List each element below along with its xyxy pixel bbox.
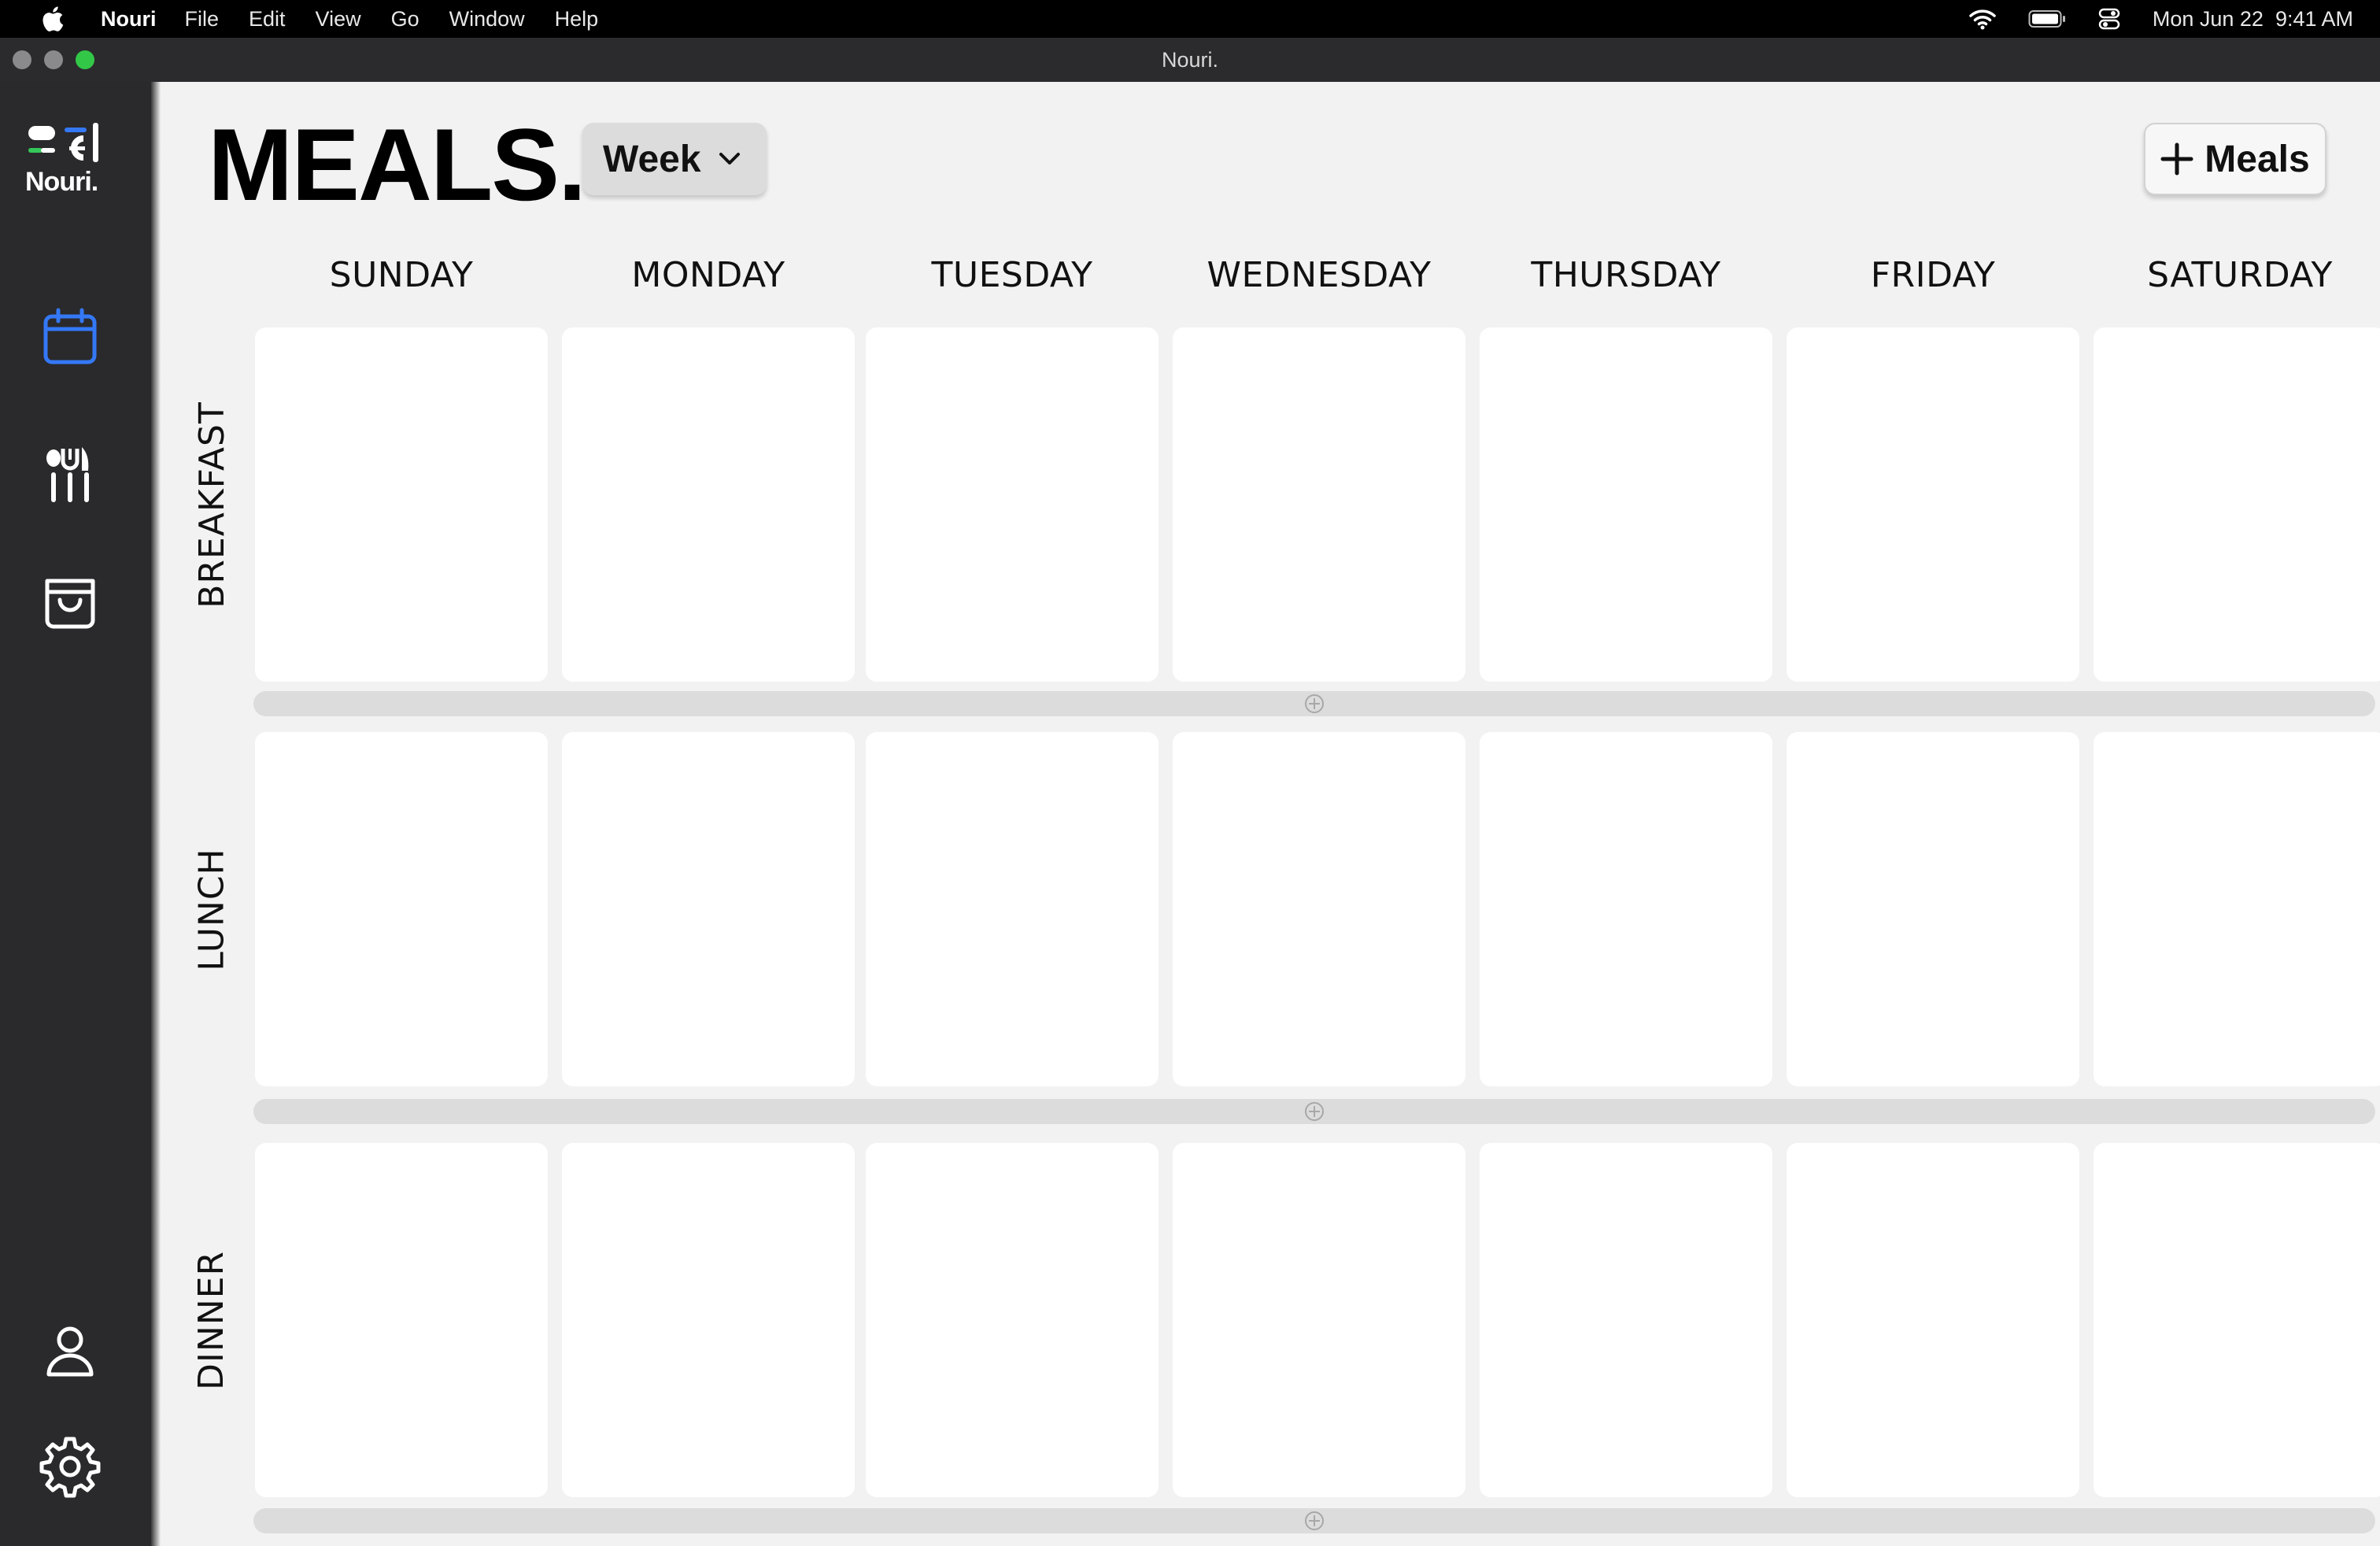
menu-file[interactable]: File <box>185 7 220 31</box>
meal-slot-thursday-lunch[interactable] <box>1480 732 1772 1086</box>
battery-icon[interactable] <box>2028 9 2066 28</box>
day-header-tuesday: TUESDAY <box>931 254 1093 295</box>
wifi-icon[interactable] <box>1968 8 1997 30</box>
menu-help[interactable]: Help <box>555 7 599 31</box>
meal-slot-sunday-dinner[interactable] <box>255 1143 548 1497</box>
logo-text: Nouri. <box>25 167 98 197</box>
meal-slot-sunday-lunch[interactable] <box>255 732 548 1086</box>
window-title-bar[interactable]: Nouri. <box>0 38 2380 82</box>
plus-icon <box>2160 142 2193 176</box>
meal-slot-thursday-breakfast[interactable] <box>1480 327 1772 682</box>
meal-label-dinner: DINNER <box>184 1143 239 1497</box>
menu-go[interactable]: Go <box>391 7 419 31</box>
sidebar-divider <box>151 82 161 1546</box>
meal-slot-friday-breakfast[interactable] <box>1787 327 2079 682</box>
add-dinner-row-button[interactable] <box>253 1508 2375 1533</box>
meal-slot-tuesday-lunch[interactable] <box>866 732 1159 1086</box>
meal-label-lunch: LUNCH <box>184 732 239 1086</box>
menu-window[interactable]: Window <box>449 7 525 31</box>
meal-slot-friday-dinner[interactable] <box>1787 1143 2079 1497</box>
window-controls <box>13 50 94 69</box>
window-title: Nouri. <box>1161 47 1219 72</box>
plus-circle-icon <box>1305 1511 1324 1530</box>
view-select-dropdown[interactable]: Week <box>582 123 767 195</box>
meal-slot-friday-lunch[interactable] <box>1787 732 2079 1086</box>
apple-logo-icon[interactable] <box>41 6 65 32</box>
window-minimize-button[interactable] <box>44 50 63 69</box>
window-close-button[interactable] <box>13 50 31 69</box>
meal-slot-tuesday-breakfast[interactable] <box>866 327 1159 682</box>
add-breakfast-row-button[interactable] <box>253 691 2375 716</box>
meal-slot-saturday-dinner[interactable] <box>2094 1143 2380 1497</box>
menu-edit[interactable]: Edit <box>249 7 286 31</box>
meal-slot-monday-lunch[interactable] <box>562 732 855 1086</box>
meal-slot-thursday-dinner[interactable] <box>1480 1143 1772 1497</box>
page-title: MEALS. <box>208 107 586 222</box>
menu-app-name[interactable]: Nouri <box>101 7 157 31</box>
meal-label-dinner-text: DINNER <box>191 1250 232 1390</box>
meal-slot-wednesday-lunch[interactable] <box>1173 732 1465 1086</box>
meal-slot-monday-breakfast[interactable] <box>562 327 855 682</box>
meal-slot-tuesday-dinner[interactable] <box>866 1143 1159 1497</box>
sidebar: Nouri. <box>0 82 151 1546</box>
day-header-sunday: SUNDAY <box>329 254 474 295</box>
plus-circle-icon <box>1305 694 1324 713</box>
app-logo[interactable]: Nouri. <box>25 121 120 208</box>
menu-view[interactable]: View <box>316 7 361 31</box>
meal-slot-saturday-breakfast[interactable] <box>2094 327 2380 682</box>
menubar-date: Mon Jun 22 <box>2152 6 2264 31</box>
meal-slot-saturday-lunch[interactable] <box>2094 732 2380 1086</box>
add-lunch-row-button[interactable] <box>253 1099 2375 1124</box>
chevron-down-icon <box>719 153 740 165</box>
calendar-icon[interactable] <box>38 305 102 370</box>
day-header-saturday: SATURDAY <box>2147 254 2333 295</box>
window-zoom-button[interactable] <box>76 50 94 69</box>
logo-toggles-icon <box>28 123 98 162</box>
day-header-wednesday: WEDNESDAY <box>1207 254 1432 295</box>
menubar-time: 9:41 AM <box>2275 6 2353 31</box>
shopping-bag-icon[interactable] <box>38 570 102 634</box>
meal-slot-wednesday-dinner[interactable] <box>1173 1143 1465 1497</box>
utensils-icon[interactable] <box>38 444 102 509</box>
meal-label-lunch-text: LUNCH <box>191 847 232 971</box>
day-header-friday: FRIDAY <box>1870 254 1996 295</box>
plus-circle-icon <box>1305 1102 1324 1121</box>
day-header-monday: MONDAY <box>631 254 785 295</box>
user-icon[interactable] <box>38 1318 102 1382</box>
menu-bar: Nouri File Edit View Go Window Help Mon … <box>0 0 2380 38</box>
add-meals-label: Meals <box>2204 138 2310 180</box>
main-content: MEALS. Week Meals SUNDAY MONDAY TUESDAY … <box>161 82 2380 1546</box>
meal-label-breakfast-text: BREAKFAST <box>191 401 232 608</box>
day-header-thursday: THURSDAY <box>1531 254 1721 295</box>
gear-icon[interactable] <box>38 1434 102 1499</box>
add-meals-button[interactable]: Meals <box>2144 123 2326 195</box>
meal-slot-wednesday-breakfast[interactable] <box>1173 327 1465 682</box>
menubar-clock[interactable]: Mon Jun 22 9:41 AM <box>2153 7 2353 31</box>
control-center-icon[interactable] <box>2097 7 2121 31</box>
meal-slot-sunday-breakfast[interactable] <box>255 327 548 682</box>
view-select-value: Week <box>603 138 701 180</box>
meal-label-breakfast: BREAKFAST <box>184 327 239 682</box>
meal-slot-monday-dinner[interactable] <box>562 1143 855 1497</box>
